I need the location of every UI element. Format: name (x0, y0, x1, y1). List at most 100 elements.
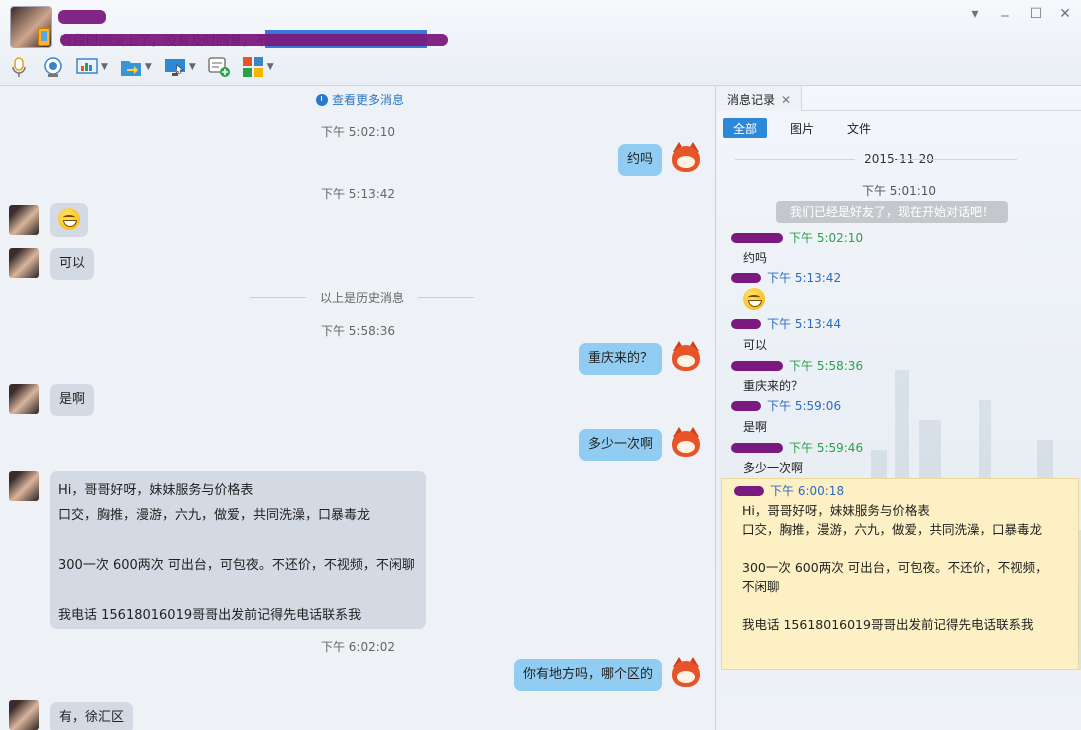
message-bubble-out[interactable]: 多少一次啊 (579, 429, 663, 461)
redacted-contact-name (58, 10, 106, 24)
view-more-label: 查看更多消息 (332, 93, 405, 107)
message-line: Hi，哥哥好呀，妹妹服务与价格表 (58, 483, 254, 498)
mobile-online-icon (38, 28, 50, 46)
history-sender: 下午 5:59:06 (731, 397, 841, 414)
view-more-messages-link[interactable]: 查看更多消息 (316, 91, 404, 108)
message-bubble-in[interactable]: 可以 (50, 248, 95, 280)
microphone-icon (8, 56, 30, 78)
history-message: 重庆来的？ (743, 379, 804, 393)
history-sender: 下午 5:59:46 (731, 439, 863, 456)
chevron-down-icon[interactable]: ▼ (145, 62, 152, 72)
contact-avatar-small[interactable] (9, 205, 39, 235)
timestamp: 下午 5:13:42 (320, 187, 396, 201)
contact-avatar-small[interactable] (9, 384, 39, 414)
history-timestamp: 下午 5:01:10 (861, 184, 937, 198)
contact-avatar-small[interactable] (9, 700, 39, 730)
self-avatar (670, 657, 702, 689)
history-sender: 下午 5:02:10 (731, 229, 863, 246)
filter-files[interactable]: 文件 (837, 118, 881, 138)
history-time: 下午 5:02:10 (789, 231, 864, 245)
chat-header: 有段时间没上了，没有及时回复，不好意思哈 ▾ ‒ ☐ ✕ ▼ ▼ (0, 0, 1081, 86)
redacted-signature (60, 34, 448, 46)
chevron-down-icon[interactable]: ▼ (101, 62, 108, 72)
grin-emoji-icon (58, 208, 80, 230)
self-avatar (670, 427, 702, 459)
history-message: 多少一次啊 (743, 461, 804, 475)
self-avatar (670, 142, 702, 174)
history-sender: 下午 5:13:42 (731, 269, 841, 286)
message-add-button[interactable] (208, 56, 230, 78)
message-line: 口交，胸推，漫游，六九，做爱，共同洗澡，口暴毒龙 (58, 508, 371, 523)
message-bubble-out[interactable]: 重庆来的？ (579, 343, 663, 375)
redacted-name (731, 319, 761, 329)
screen-share-icon (76, 56, 98, 78)
message-add-icon (208, 56, 230, 78)
remote-desktop-icon (164, 56, 186, 78)
message-bubble-out[interactable]: 你有地方吗，哪个区的 (514, 659, 663, 691)
remote-desktop-button[interactable]: ▼ (164, 56, 196, 78)
close-icon[interactable]: ✕ (781, 93, 791, 107)
fox-icon (672, 661, 700, 687)
contact-avatar-small[interactable] (9, 248, 39, 278)
filter-all[interactable]: 全部 (723, 118, 768, 138)
history-time: 下午 5:59:06 (767, 399, 842, 413)
timestamp: 下午 5:58:36 (320, 324, 396, 338)
minimize-icon[interactable]: ‒ (996, 8, 1014, 26)
message-line: 300一次 600两次 可出台，可包夜。不还价，不视频，不闲聊 (58, 558, 415, 573)
message-line: 我电话 15618016019哥哥出发前记得先电话联系我 (58, 608, 362, 623)
history-time: 下午 5:58:36 (789, 359, 864, 373)
history-date: 2015-11-20 (717, 152, 1081, 166)
video-call-button[interactable] (42, 56, 64, 78)
history-message (743, 288, 765, 313)
message-bubble-in[interactable]: 是啊 (50, 384, 95, 416)
maximize-icon[interactable]: ☐ (1027, 6, 1045, 24)
chevron-down-icon[interactable]: ▼ (267, 62, 274, 72)
message-bubble-in[interactable]: 有，徐汇区 (50, 702, 134, 730)
screen-share-button[interactable]: ▼ (76, 56, 108, 78)
history-time: 下午 5:13:42 (767, 271, 842, 285)
chat-toolbar: ▼ ▼ ▼ ▼ (8, 54, 286, 80)
chevron-down-icon[interactable]: ▼ (189, 62, 196, 72)
file-transfer-button[interactable]: ▼ (120, 56, 152, 78)
message-bubble-in-long[interactable]: Hi，哥哥好呀，妹妹服务与价格表 口交，胸推，漫游，六九，做爱，共同洗澡，口暴毒… (50, 471, 426, 629)
redacted-name (731, 443, 783, 453)
self-avatar (670, 341, 702, 373)
webcam-icon (42, 56, 64, 78)
history-time: 下午 6:00:18 (770, 484, 845, 498)
tab-message-history[interactable]: 消息记录 ✕ (717, 86, 803, 111)
history-sender: 下午 6:00:18 (734, 482, 1052, 501)
history-message: 可以 (743, 338, 768, 352)
file-transfer-icon (120, 56, 142, 78)
history-message-line: 我电话 15618016019哥哥出发前记得先电话联系我 (742, 617, 1034, 632)
chevron-down-icon[interactable]: ▾ (966, 6, 984, 24)
redacted-name (731, 233, 783, 243)
timestamp: 下午 6:02:02 (320, 640, 396, 654)
history-separator-label: 以上是历史消息 (319, 291, 404, 305)
close-icon[interactable]: ✕ (1056, 6, 1074, 24)
history-sender: 下午 5:13:44 (731, 315, 841, 332)
fox-icon (672, 345, 700, 371)
history-highlighted-message[interactable]: 下午 6:00:18 Hi，哥哥好呀，妹妹服务与价格表 口交，胸推，漫游，六九，… (721, 478, 1079, 670)
history-message-line: 300一次 600两次 可出台，可包夜。不还价，不视频，不闲聊 (742, 560, 1048, 594)
apps-button[interactable]: ▼ (242, 56, 274, 78)
message-bubble-out[interactable]: 约吗 (618, 144, 663, 176)
message-history-panel: 消息记录 ✕ 全部 图片 文件 2015-11-20 下午 5:01:10 我们已… (717, 86, 1081, 730)
history-tabbar: 消息记录 ✕ (717, 86, 1081, 111)
timestamp: 下午 5:02:10 (320, 125, 396, 139)
history-message: 是啊 (743, 420, 768, 434)
clock-icon (316, 94, 328, 106)
history-time: 下午 5:13:44 (767, 317, 842, 331)
tab-label: 消息记录 (727, 93, 776, 107)
contact-avatar-small[interactable] (9, 471, 39, 501)
history-message-line: 口交，胸推，漫游，六九，做爱，共同洗澡，口暴毒龙 (742, 522, 1043, 537)
voice-call-button[interactable] (8, 56, 30, 78)
history-sender: 下午 5:58:36 (731, 357, 863, 374)
fox-icon (672, 146, 700, 172)
redacted-name (731, 401, 761, 411)
message-bubble-in[interactable] (50, 203, 88, 237)
filter-images[interactable]: 图片 (780, 118, 824, 138)
redacted-name (731, 273, 761, 283)
